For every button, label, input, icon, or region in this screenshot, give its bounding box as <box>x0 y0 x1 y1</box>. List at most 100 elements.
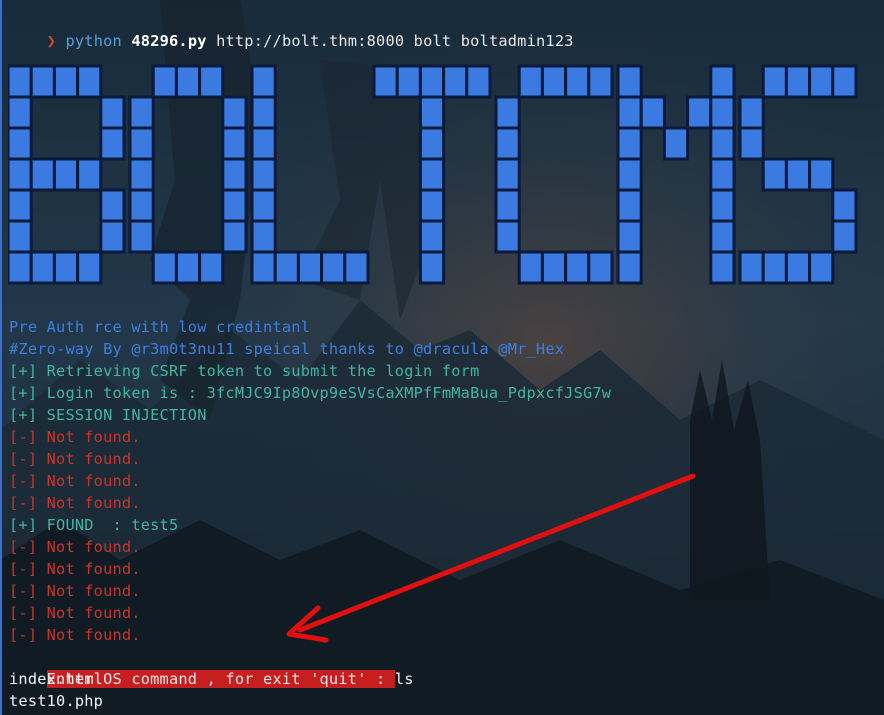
command-prompt-line: ❯ python 48296.py http://bolt.thm:8000 b… <box>9 8 574 50</box>
os-command-input[interactable]: ls <box>395 670 414 688</box>
banner-pixel-block <box>52 250 80 285</box>
banner-pixel-block <box>128 219 155 254</box>
banner-pixel-block <box>99 126 126 161</box>
banner-pixel-block <box>250 250 277 285</box>
banner-pixel-block <box>320 250 347 285</box>
banner-pixel-block <box>616 95 643 130</box>
banner-pixel-block <box>372 64 399 99</box>
banner-pixel-block <box>198 250 225 285</box>
terminal-output-line: [-] Not found. <box>9 450 141 468</box>
banner-pixel-block <box>709 219 736 254</box>
terminal-output-line: Pre Auth rce with low credintanl <box>9 318 311 336</box>
banner-pixel-block <box>761 250 788 285</box>
terminal-output-line: [-] Not found. <box>9 582 141 600</box>
banner-pixel-block <box>616 157 643 192</box>
terminal-output-line: [-] Not found. <box>9 428 141 446</box>
prompt-chevron-icon: ❯ <box>46 32 57 50</box>
banner-pixel-block <box>616 64 643 99</box>
command-output-line: test10.php <box>9 692 104 710</box>
prompt-script-name: 48296.py <box>131 32 207 50</box>
banner-pixel-block <box>174 250 202 285</box>
banner-pixel-block <box>250 157 277 192</box>
banner-pixel-block <box>784 157 812 192</box>
banner-pixel-block <box>128 188 155 223</box>
banner-pixel-block <box>709 188 736 223</box>
banner-pixel-block <box>808 64 835 99</box>
banner-pixel-block <box>250 95 277 130</box>
banner-pixel-block <box>738 250 765 285</box>
banner-pixel-block <box>808 250 835 285</box>
banner-pixel-block <box>76 250 103 285</box>
banner-pixel-block <box>29 64 56 99</box>
banner-pixel-block <box>709 95 736 130</box>
banner-pixel-block <box>494 219 521 254</box>
banner-pixel-block <box>29 250 56 285</box>
banner-pixel-block <box>8 219 33 254</box>
terminal-window[interactable]: ❯ python 48296.py http://bolt.thm:8000 b… <box>0 0 884 715</box>
banner-pixel-block <box>52 64 80 99</box>
banner-pixel-block <box>662 126 690 161</box>
banner-pixel-block <box>76 157 103 192</box>
banner-pixel-block <box>517 64 544 99</box>
banner-pixel-block <box>616 250 643 285</box>
banner-pixel-block <box>418 219 446 254</box>
banner-pixel-block <box>198 64 225 99</box>
banner-pixel-block <box>517 250 544 285</box>
banner-pixel-block <box>343 250 370 285</box>
banner-pixel-block <box>831 188 858 223</box>
banner-pixel-block <box>465 64 492 99</box>
banner-pixel-block <box>8 250 33 285</box>
banner-pixel-block <box>761 157 788 192</box>
banner-pixel-block <box>564 250 591 285</box>
banner-pixel-block <box>494 188 521 223</box>
banner-pixel-block <box>587 64 614 99</box>
banner-pixel-block <box>709 64 736 99</box>
banner-pixel-block <box>296 250 324 285</box>
banner-pixel-block <box>784 64 812 99</box>
banner-pixel-block <box>221 95 248 130</box>
banner-pixel-block <box>273 250 300 285</box>
banner-pixel-block <box>494 95 521 130</box>
boltcms-ascii-banner <box>8 64 858 285</box>
banner-pixel-block <box>29 157 56 192</box>
banner-pixel-block <box>494 126 521 161</box>
banner-pixel-block <box>8 157 33 192</box>
terminal-output-line: [-] Not found. <box>9 604 141 622</box>
terminal-output-line: #Zero-way By @r3m0t3nu11 speical thanks … <box>9 340 565 358</box>
banner-pixel-block <box>99 219 126 254</box>
terminal-output-line: [+] FOUND : test5 <box>9 516 179 534</box>
banner-pixel-block <box>151 250 178 285</box>
terminal-output-line: [+] SESSION INJECTION <box>9 406 207 424</box>
banner-pixel-block <box>564 64 591 99</box>
banner-pixel-block <box>221 157 248 192</box>
banner-pixel-block <box>250 188 277 223</box>
banner-pixel-block <box>418 126 446 161</box>
banner-pixel-block <box>587 250 614 285</box>
banner-pixel-block <box>418 64 446 99</box>
banner-pixel-block <box>540 250 568 285</box>
banner-pixel-block <box>221 219 248 254</box>
banner-pixel-block <box>686 95 713 130</box>
banner-pixel-block <box>831 64 858 99</box>
banner-pixel-block <box>442 64 469 99</box>
banner-pixel-block <box>418 157 446 192</box>
os-command-input-line[interactable]: Enter OS command , for exit 'quit' : ls <box>9 646 414 688</box>
terminal-output-line: [+] Login token is : 3fcMJC9Ip8Ovp9eSVsC… <box>9 384 612 402</box>
terminal-output-line: [-] Not found. <box>9 626 141 644</box>
banner-pixel-block <box>128 95 155 130</box>
banner-pixel-block <box>761 64 788 99</box>
command-output-line: index.html <box>9 670 104 688</box>
terminal-output-line: [-] Not found. <box>9 560 141 578</box>
banner-pixel-block <box>128 126 155 161</box>
banner-pixel-block <box>784 250 812 285</box>
terminal-output-line: [-] Not found. <box>9 472 141 490</box>
banner-pixel-block <box>709 126 736 161</box>
banner-pixel-block <box>8 95 33 130</box>
prompt-command: python <box>65 32 122 50</box>
banner-pixel-block <box>395 64 422 99</box>
banner-pixel-block <box>709 157 736 192</box>
banner-pixel-block <box>738 126 765 161</box>
banner-pixel-block <box>540 64 568 99</box>
banner-pixel-block <box>128 157 155 192</box>
terminal-output-line: [+] Retrieving CSRF token to submit the … <box>9 362 480 380</box>
